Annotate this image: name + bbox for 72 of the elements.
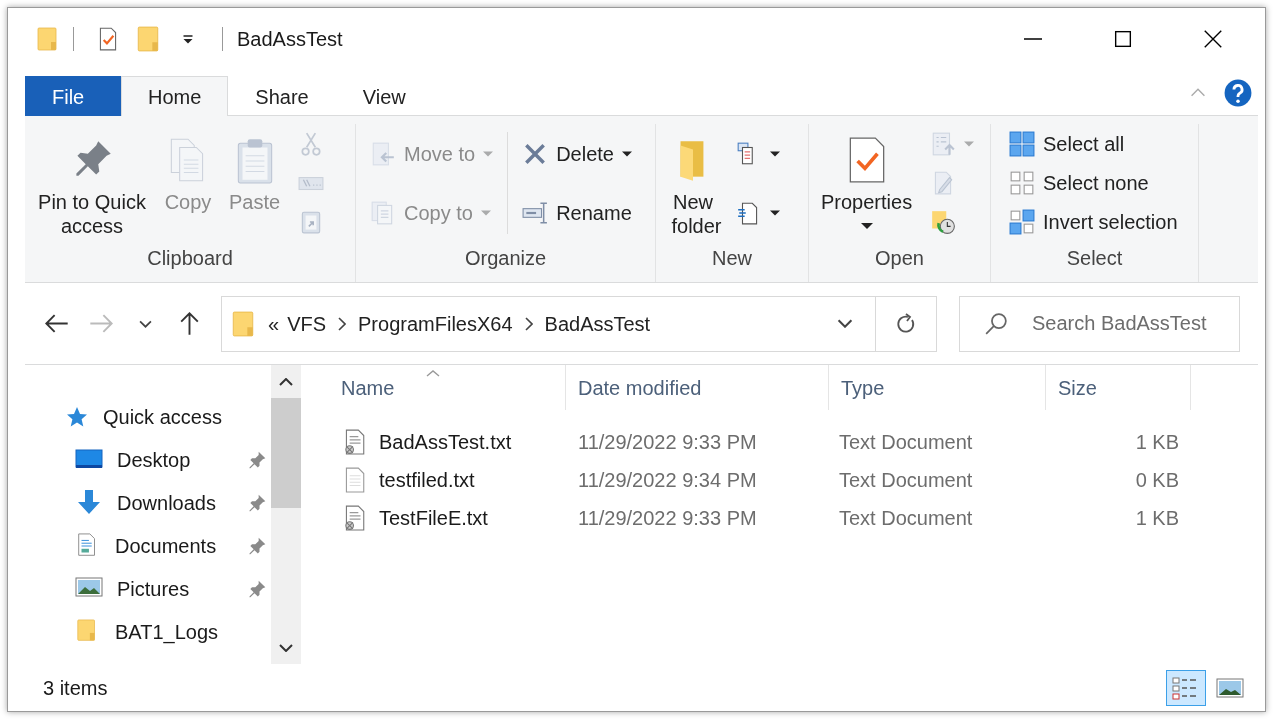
search-icon (985, 312, 1007, 335)
chevron-down-icon (138, 319, 152, 328)
table-cell-text: 0 KB (1134, 468, 1180, 492)
mixed-grid-icon (1009, 209, 1035, 236)
table-cell-text: 11/29/2022 9:33 PM (577, 430, 758, 454)
group-label: New (711, 246, 753, 271)
close-icon (1202, 28, 1224, 50)
up-arrow-icon (179, 311, 199, 336)
ribbon-button[interactable]: Properties (815, 124, 919, 242)
table-cell-text: Text Document (838, 468, 974, 492)
item-count: 3 items (43, 675, 108, 700)
search-field[interactable]: Search BadAssTest (959, 295, 1240, 352)
ribbon-button[interactable]: Rename (518, 197, 636, 228)
column-header[interactable]: Type (829, 365, 1046, 410)
table-cell-text: 11/29/2022 9:33 PM (577, 506, 758, 530)
breadcrumb-item[interactable]: VFS (283, 311, 331, 336)
page-arrow-icon (370, 140, 396, 167)
ribbon-tab[interactable]: View (335, 76, 433, 116)
grid-icon (1009, 130, 1035, 157)
column-header[interactable]: Name (301, 365, 566, 410)
nav-item[interactable]: Desktop (25, 438, 271, 481)
help-icon (1224, 78, 1252, 107)
minimize-icon (1022, 38, 1044, 40)
menu-tab[interactable]: File (25, 76, 121, 116)
group-label: Select (1065, 246, 1124, 271)
column-header[interactable]: Size (1046, 365, 1191, 410)
folder-icon (35, 24, 59, 54)
nav-item[interactable]: BAT1_Logs (25, 610, 271, 653)
text-cursor-icon (522, 199, 549, 226)
back-icon (45, 314, 69, 333)
ribbon-button[interactable]: Select none (1005, 168, 1182, 198)
ribbon-button[interactable]: Delete (518, 138, 636, 169)
file-name: testfiled.txt (379, 468, 475, 492)
maximize-icon (1112, 28, 1134, 50)
table-cell-text: 1 KB (1134, 430, 1180, 454)
page-up-arrow-icon (930, 130, 957, 157)
details-view-button[interactable] (1166, 669, 1206, 706)
scrollbar[interactable] (271, 365, 301, 664)
table-cell-text: Text Document (838, 506, 974, 530)
file-name: BadAssTest.txt (379, 430, 512, 454)
file-name: TestFileE.txt (379, 506, 488, 530)
table-cell-text: 1 KB (1134, 506, 1180, 530)
folder-clock-icon (930, 209, 957, 236)
folder-icon (135, 24, 161, 54)
ribbon-button[interactable]: New folder (662, 124, 724, 242)
address-bar[interactable]: « VFS ProgramFilesX64 BadAssTest (221, 295, 937, 352)
picture-icon (1216, 675, 1244, 700)
group-label: Open (874, 246, 925, 271)
group-label: Clipboard (146, 246, 234, 271)
ribbon-tab[interactable]: Share (228, 76, 336, 116)
empty-grid-icon (1009, 170, 1035, 196)
nav-item[interactable]: Quick access (25, 395, 271, 438)
breadcrumb-item[interactable]: BadAssTest (540, 311, 655, 336)
window-title: BadAssTest (237, 27, 343, 51)
nav-item[interactable]: Pictures (25, 567, 271, 610)
forward-icon (89, 314, 113, 333)
ribbon-tab[interactable]: Home (121, 76, 229, 116)
scroll-thumb[interactable] (271, 398, 301, 508)
group-label: Organize (463, 246, 548, 271)
chevron-right-icon (524, 316, 533, 331)
ribbon-button[interactable]: Pin to Quick access (31, 124, 153, 242)
chevron-right-icon (338, 316, 347, 331)
nav-item[interactable]: Documents (25, 524, 271, 567)
overflow-button[interactable]: « (264, 311, 284, 336)
nav-item[interactable]: Downloads (25, 481, 271, 524)
chevron-down-icon (837, 319, 853, 328)
column-header[interactable]: Date modified (566, 365, 829, 410)
ribbon-button[interactable]: Invert selection (1005, 207, 1182, 238)
ribbon-button[interactable]: Select all (1005, 128, 1182, 159)
table-cell-text: 11/29/2022 9:34 PM (577, 468, 758, 492)
table-cell-text: Text Document (838, 430, 974, 454)
breadcrumb-item[interactable]: ProgramFilesX64 (354, 311, 517, 336)
